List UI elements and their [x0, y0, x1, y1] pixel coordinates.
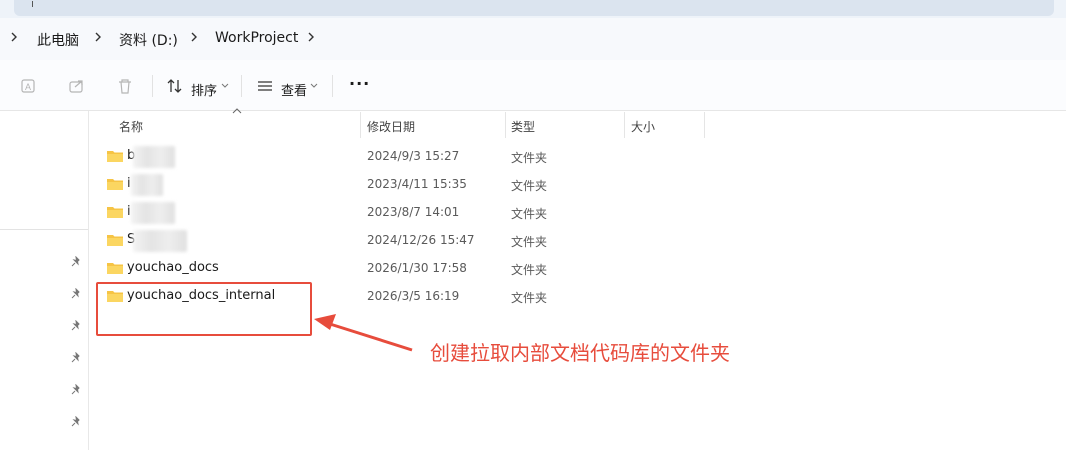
chevron-right-icon[interactable]	[8, 28, 20, 46]
file-modified: 2023/8/7 14:01	[367, 205, 460, 219]
file-row[interactable]: youchao_docs 2026/1/30 17:58 文件夹	[100, 254, 640, 282]
pin-icon[interactable]	[70, 288, 82, 300]
chevron-right-icon[interactable]	[305, 28, 317, 46]
file-type: 文件夹	[511, 207, 548, 221]
sort-icon[interactable]	[166, 77, 184, 95]
file-modified: 2024/9/3 15:27	[367, 149, 460, 163]
more-options-button[interactable]: ···	[349, 74, 370, 93]
breadcrumb-this-pc[interactable]: 此电脑	[37, 30, 79, 50]
redacted-name-blur	[133, 230, 187, 252]
breadcrumb-drive-d[interactable]: 资料 (D:)	[119, 30, 178, 50]
column-header-name[interactable]: 名称	[119, 118, 143, 135]
pin-icon[interactable]	[70, 256, 82, 268]
column-header-size[interactable]: 大小	[631, 118, 655, 135]
pin-icon[interactable]	[70, 384, 82, 396]
pin-icon[interactable]	[70, 320, 82, 332]
folder-icon	[107, 151, 123, 162]
pin-icon[interactable]	[70, 416, 82, 428]
column-divider[interactable]	[505, 112, 506, 138]
redacted-name-blur	[131, 174, 163, 196]
pin-icon[interactable]	[70, 352, 82, 364]
column-divider[interactable]	[704, 112, 705, 138]
redacted-name-blur	[133, 146, 175, 168]
file-modified: 2023/4/11 15:35	[367, 177, 467, 191]
column-header-type[interactable]: 类型	[511, 118, 535, 135]
navigation-pane	[0, 111, 89, 450]
chevron-down-icon[interactable]	[310, 83, 318, 89]
file-type: 文件夹	[511, 263, 548, 277]
folder-icon	[107, 179, 123, 190]
file-row[interactable]: b 2024/9/3 15:27 文件夹	[100, 142, 640, 170]
sort-ascending-icon	[232, 108, 242, 114]
annotation-text: 创建拉取内部文档代码库的文件夹	[430, 341, 730, 365]
chevron-down-icon[interactable]	[221, 83, 229, 89]
breadcrumb: 此电脑 资料 (D:) WorkProject	[0, 18, 1066, 60]
svg-text:A: A	[25, 82, 31, 92]
nav-divider	[0, 229, 88, 230]
chevron-right-icon[interactable]	[92, 28, 104, 46]
folder-icon	[107, 207, 123, 218]
file-row[interactable]: S 2024/12/26 15:47 文件夹	[100, 226, 640, 254]
file-modified: 2026/1/30 17:58	[367, 261, 467, 275]
file-row[interactable]: i 2023/4/11 15:35 文件夹	[100, 170, 640, 198]
sort-button-label[interactable]: 排序	[191, 80, 217, 99]
breadcrumb-workproject[interactable]: WorkProject	[215, 30, 298, 46]
toolbar-divider	[332, 75, 333, 97]
file-name: youchao_docs	[127, 260, 219, 275]
search-box-edge[interactable]	[14, 0, 1054, 16]
column-divider[interactable]	[360, 112, 361, 138]
file-type: 文件夹	[511, 235, 548, 249]
chevron-right-icon[interactable]	[188, 28, 200, 46]
file-type: 文件夹	[511, 291, 548, 305]
delete-icon[interactable]	[116, 77, 134, 95]
folder-icon	[107, 235, 123, 246]
toolbar-divider	[152, 75, 153, 97]
column-header-modified[interactable]: 修改日期	[367, 118, 415, 135]
file-row[interactable]: i 2023/8/7 14:01 文件夹	[100, 198, 640, 226]
redacted-name-blur	[131, 202, 175, 224]
toolbar-divider	[241, 75, 242, 97]
file-type: 文件夹	[511, 151, 548, 165]
file-type: 文件夹	[511, 179, 548, 193]
text-caret	[32, 1, 33, 7]
rename-icon[interactable]: A	[20, 77, 38, 95]
folder-icon	[107, 263, 123, 274]
share-icon[interactable]	[68, 77, 86, 95]
view-button-label[interactable]: 查看	[281, 80, 307, 99]
view-icon[interactable]	[256, 77, 274, 95]
command-bar: A 排序 查看 ···	[0, 60, 1066, 111]
file-modified: 2026/3/5 16:19	[367, 289, 460, 303]
column-divider[interactable]	[624, 112, 625, 138]
search-strip	[0, 0, 1066, 18]
highlight-box	[96, 282, 312, 336]
file-modified: 2024/12/26 15:47	[367, 233, 475, 247]
